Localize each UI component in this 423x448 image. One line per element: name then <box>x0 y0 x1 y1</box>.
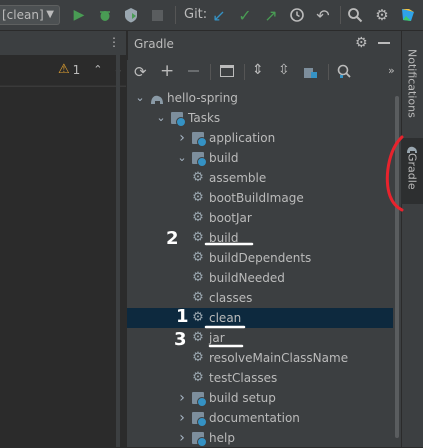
annotation-number-2: 2 <box>166 228 179 249</box>
annotation-red-bracket <box>385 135 404 212</box>
annotation-number-1: 1 <box>176 306 189 327</box>
annotation-number-3: 3 <box>174 329 187 350</box>
annotation-layer <box>204 135 404 348</box>
